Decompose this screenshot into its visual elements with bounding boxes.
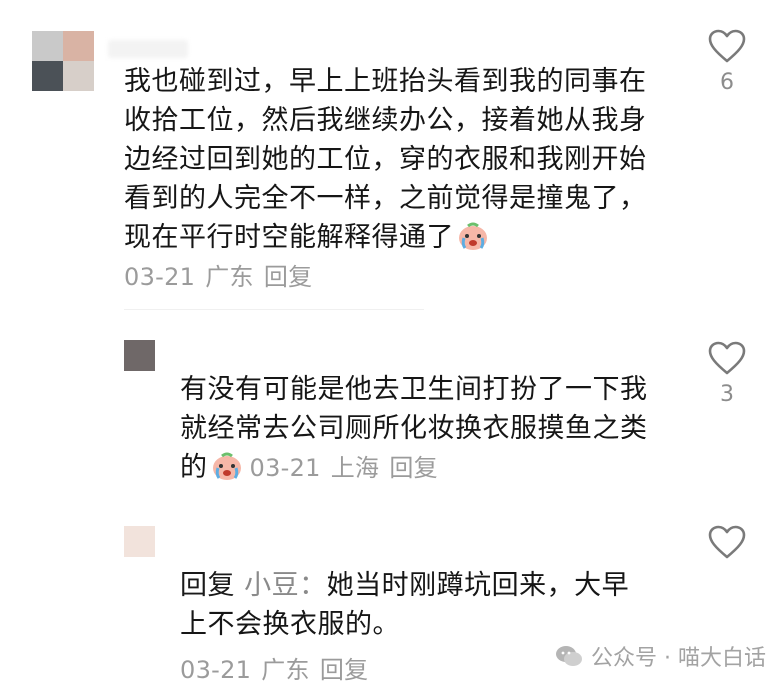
like-button[interactable]: 6 bbox=[707, 28, 747, 95]
wechat-icon bbox=[556, 646, 583, 666]
watermark-label: 公众号 · 喵大白话 bbox=[591, 646, 766, 671]
comment-item: 我也碰到过，早上上班抬头看到我的同事在收拾工位，然后我继续办公，接着她从我身边经… bbox=[0, 0, 780, 320]
like-count: 3 bbox=[720, 382, 734, 407]
heart-icon bbox=[708, 525, 746, 559]
reply-button[interactable]: 回复 bbox=[264, 263, 313, 291]
watermark: 公众号 · 喵大白话 bbox=[555, 640, 766, 672]
crying-face-emoji bbox=[459, 222, 487, 250]
reply-prefix: 回复 bbox=[180, 570, 235, 601]
like-button[interactable] bbox=[707, 524, 747, 566]
comment-location: 广东 bbox=[261, 656, 310, 684]
comment-text: 回复 小豆：她当时刚蹲坑回来，大早上不会换衣服的。 bbox=[180, 566, 650, 644]
reply-target-user[interactable]: 小豆： bbox=[244, 570, 327, 601]
reply-button[interactable]: 回复 bbox=[320, 656, 369, 684]
comment-meta: 03-21 上海 回复 bbox=[250, 454, 448, 482]
comment-location: 广东 bbox=[205, 263, 254, 291]
comment-date: 03-21 bbox=[249, 454, 321, 482]
comment-text: 我也碰到过，早上上班抬头看到我的同事在收拾工位，然后我继续办公，接着她从我身边经… bbox=[124, 62, 664, 297]
comment-body: 我也碰到过，早上上班抬头看到我的同事在收拾工位，然后我继续办公，接着她从我身边经… bbox=[124, 66, 647, 253]
like-count: 6 bbox=[720, 70, 734, 95]
heart-icon bbox=[708, 341, 746, 375]
avatar[interactable] bbox=[124, 526, 155, 557]
divider bbox=[124, 309, 424, 310]
like-button[interactable]: 3 bbox=[707, 340, 747, 407]
comment-location: 上海 bbox=[330, 454, 380, 482]
comment-meta: 03-21 广东 回复 bbox=[180, 650, 378, 685]
comment-date: 03-21 bbox=[124, 263, 196, 291]
comment-date: 03-21 bbox=[180, 656, 252, 684]
reply-button[interactable]: 回复 bbox=[389, 454, 438, 482]
avatar[interactable] bbox=[124, 340, 155, 371]
comment-text: 有没有可能是他去卫生间打扮了一下我就经常去公司厕所化妆换衣服摸鱼之类的 03-2… bbox=[180, 370, 670, 488]
crying-face-emoji bbox=[212, 452, 241, 480]
username-blurred[interactable] bbox=[108, 40, 188, 58]
heart-icon bbox=[708, 29, 746, 63]
avatar[interactable] bbox=[32, 31, 94, 91]
comment-item: 有没有可能是他去卫生间打扮了一下我就经常去公司厕所化妆换衣服摸鱼之类的 03-2… bbox=[0, 320, 780, 510]
comment-meta: 03-21 广东 回复 bbox=[124, 263, 322, 291]
